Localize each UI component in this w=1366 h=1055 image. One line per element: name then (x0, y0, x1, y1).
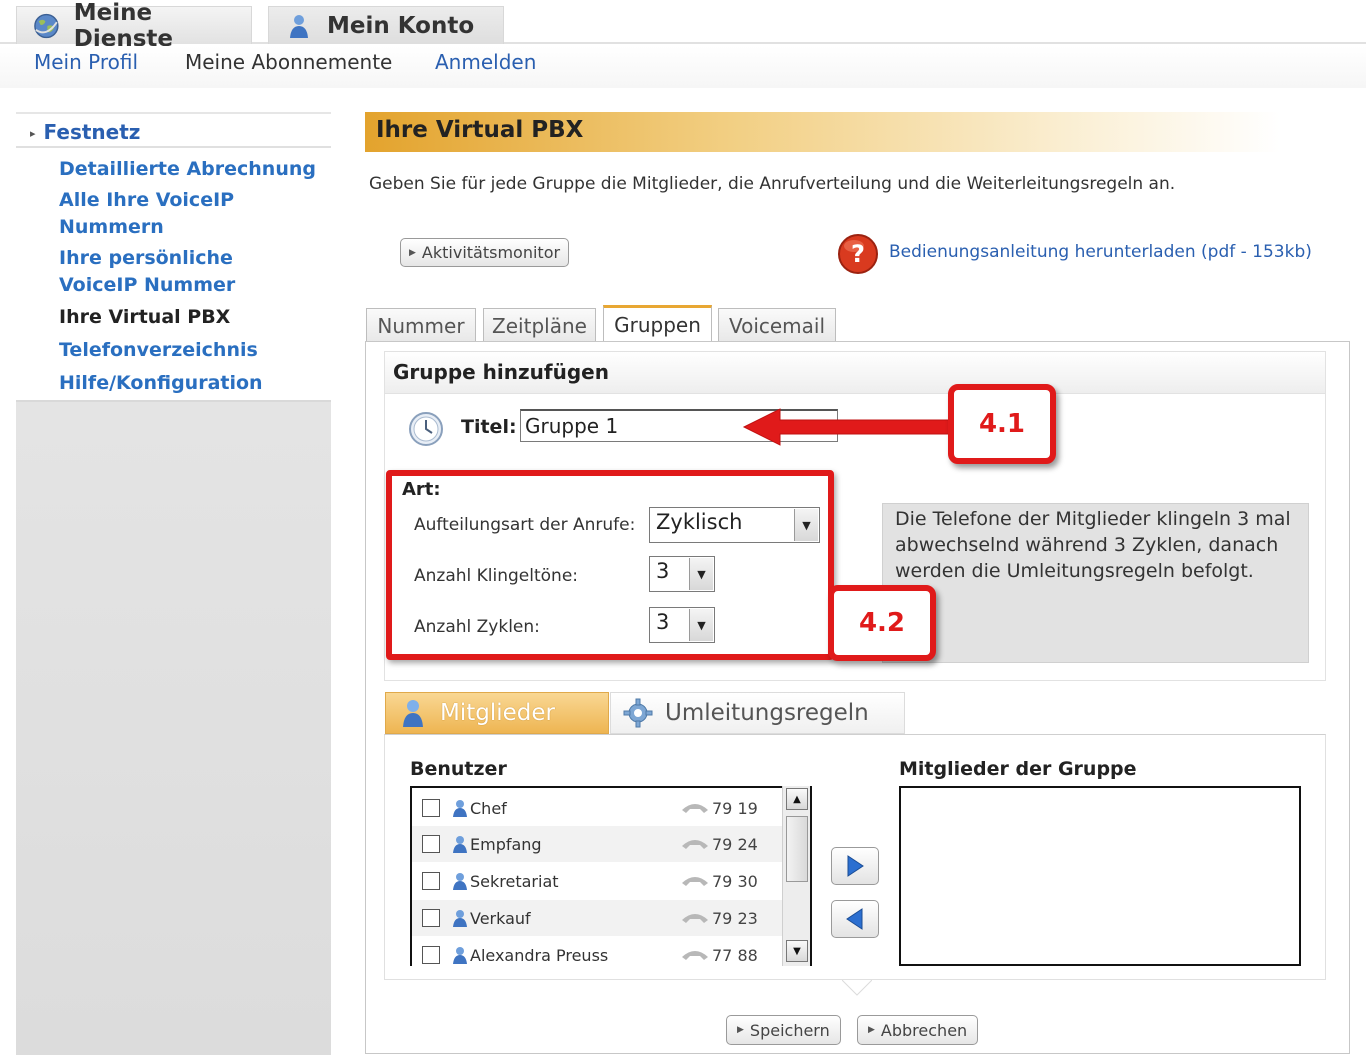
user-checkbox[interactable] (422, 799, 440, 817)
bullet-icon: ▸ (30, 127, 36, 140)
svg-text:?: ? (851, 240, 865, 268)
user-checkbox[interactable] (422, 835, 440, 853)
callout-highlight-box (386, 470, 834, 660)
user-row[interactable]: Chef 79 19 (412, 790, 784, 826)
phone-icon (682, 840, 708, 849)
phone-icon (682, 951, 708, 960)
group-member-list[interactable] (899, 786, 1301, 966)
tab-mitglieder[interactable]: Mitglieder (385, 692, 609, 734)
user-extension: 79 23 (712, 908, 758, 928)
tab-zeitplaene[interactable]: Zeitpläne (483, 308, 596, 342)
tab-label: Meine Dienste (73, 0, 173, 52)
user-icon (403, 700, 423, 727)
sidebar-item-persoenliche-nummer[interactable]: Ihre persönliche VoiceIP Nummer (59, 245, 304, 299)
sub-navigation: Mein Profil Meine Abonnemente Anmelden (0, 46, 1366, 88)
sidebar-section-label: Festnetz (43, 120, 141, 144)
user-checkbox[interactable] (422, 872, 440, 890)
cancel-button[interactable]: ▶ Abbrechen (857, 1015, 979, 1045)
sidebar-item-hilfe[interactable]: Hilfe/Konfiguration (59, 370, 319, 397)
user-checkbox[interactable] (422, 946, 440, 964)
clock-icon (409, 412, 443, 446)
remove-member-button[interactable] (831, 900, 879, 938)
link-mein-profil[interactable]: Mein Profil (34, 50, 138, 74)
scroll-down-icon[interactable]: ▼ (786, 940, 808, 962)
sidebar-divider (16, 400, 331, 402)
callout-label-4-2: 4.2 (828, 585, 936, 661)
sidebar-item-abrechnung[interactable]: Detaillierte Abrechnung (59, 156, 319, 183)
panel-pointer (842, 980, 872, 996)
user-icon (453, 836, 467, 853)
tab-meine-dienste[interactable]: Meine Dienste (16, 0, 252, 52)
user-icon (453, 800, 467, 817)
sidebar-item-voiceip-nummern[interactable]: Alle Ihre VoiceIP Nummern (59, 187, 249, 241)
user-row[interactable]: Empfang 79 24 (412, 826, 784, 862)
tab-voicemail[interactable]: Voicemail (718, 308, 836, 342)
scroll-up-icon[interactable]: ▲ (786, 788, 808, 810)
user-extension: 77 88 (712, 945, 758, 965)
user-row[interactable]: Verkauf 79 23 (412, 900, 784, 936)
user-name: Verkauf (470, 908, 531, 928)
tab-label: Umleitungsregeln (665, 700, 869, 726)
user-icon (453, 947, 467, 964)
callout-arrow-icon (742, 408, 951, 446)
tab-mein-konto[interactable]: Mein Konto (268, 6, 504, 44)
group-form-heading: Gruppe hinzufügen (385, 352, 1325, 394)
add-member-button[interactable] (831, 847, 879, 885)
user-extension: 79 30 (712, 871, 758, 891)
link-meine-abonnemente[interactable]: Meine Abonnemente (185, 50, 392, 74)
intro-text: Geben Sie für jede Gruppe die Mitglieder… (369, 174, 1176, 194)
user-name: Alexandra Preuss (470, 945, 609, 965)
save-button[interactable]: ▶ Speichern (726, 1015, 841, 1045)
arrow-right-icon: ▶ (868, 1025, 875, 1035)
distribution-info-text: Die Telefone der Mitglieder klingeln 3 m… (882, 503, 1309, 663)
user-list-scrollbar[interactable]: ▲ ▼ (782, 786, 810, 966)
users-heading: Benutzer (410, 758, 507, 780)
sidebar-section-festnetz[interactable]: ▸ Festnetz (16, 112, 331, 148)
phone-icon (682, 914, 708, 923)
button-label: Speichern (749, 1020, 830, 1040)
page-title: Ihre Virtual PBX (365, 112, 1280, 152)
help-icon[interactable]: ? (836, 232, 880, 276)
link-anmelden[interactable]: Anmelden (435, 50, 536, 74)
sidebar-item-virtual-pbx[interactable]: Ihre Virtual PBX (59, 304, 319, 331)
user-icon (453, 910, 467, 927)
user-row[interactable]: Alexandra Preuss 77 88 (412, 937, 784, 966)
arrow-right-icon (847, 855, 864, 877)
user-checkbox[interactable] (422, 909, 440, 927)
user-extension: 79 24 (712, 834, 758, 854)
tab-umleitungsregeln[interactable]: Umleitungsregeln (610, 692, 905, 734)
tab-gruppen[interactable]: Gruppen (603, 305, 712, 341)
user-row[interactable]: Sekretariat 79 30 (412, 863, 784, 899)
gear-icon (623, 698, 653, 728)
user-name: Chef (470, 798, 507, 818)
group-members-heading: Mitglieder der Gruppe (899, 758, 1137, 780)
user-name: Sekretariat (470, 871, 559, 891)
phone-icon (682, 804, 708, 813)
user-name: Empfang (470, 834, 542, 854)
scrollbar-thumb[interactable] (786, 816, 808, 882)
user-list[interactable]: Chef 79 19 Empfang 79 24 Sekretariat 79 … (410, 786, 812, 966)
button-label: Aktivitätsmonitor (421, 243, 561, 262)
tab-label: Mitglieder (440, 700, 555, 726)
manual-download-link[interactable]: Bedienungsanleitung herunterladen (pdf -… (889, 242, 1312, 262)
callout-label-4-1: 4.1 (948, 384, 1056, 464)
user-icon (453, 873, 467, 890)
phone-icon (682, 877, 708, 886)
tab-label: Mein Konto (327, 12, 475, 39)
title-label: Titel: (461, 416, 517, 438)
arrow-right-icon: ▶ (409, 247, 416, 258)
user-extension: 79 19 (712, 798, 758, 818)
top-tab-bar: Meine Dienste Mein Konto (0, 0, 1366, 52)
arrow-right-icon: ▶ (737, 1025, 744, 1035)
user-icon (290, 14, 308, 38)
tab-nummer[interactable]: Nummer (366, 308, 476, 342)
globe-icon (34, 13, 59, 38)
arrow-left-icon (846, 908, 863, 930)
sidebar: ▸ Festnetz Detaillierte Abrechnung Alle I… (16, 112, 331, 1055)
sidebar-item-telefonverzeichnis[interactable]: Telefonverzeichnis (59, 337, 319, 364)
button-label: Abbrechen (880, 1020, 968, 1040)
activity-monitor-button[interactable]: ▶ Aktivitätsmonitor (400, 238, 570, 267)
